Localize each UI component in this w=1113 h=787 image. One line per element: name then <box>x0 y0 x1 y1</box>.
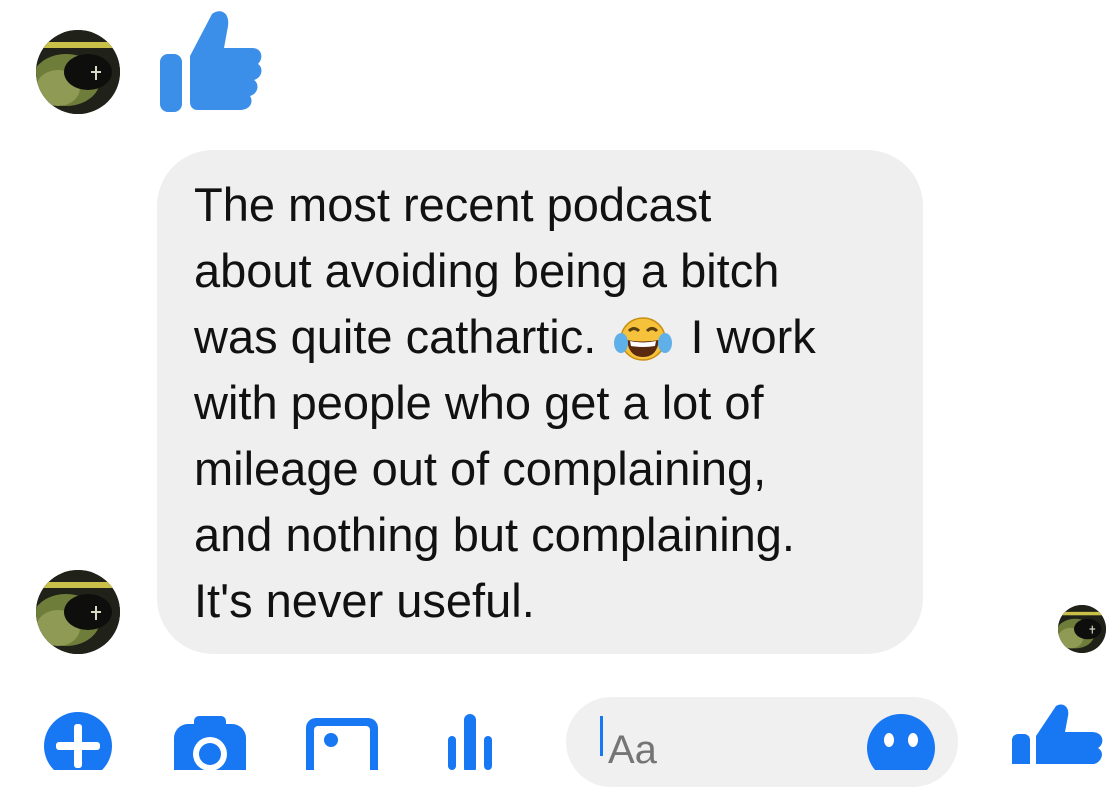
message-line: and nothing but complaining. <box>194 508 795 561</box>
message-line: with people who get a lot of <box>194 376 764 429</box>
like-button[interactable] <box>1010 704 1105 764</box>
message-line: It's never useful. <box>194 574 535 627</box>
camera-button[interactable] <box>172 710 248 770</box>
camera-icon <box>174 716 246 770</box>
photo-icon <box>306 718 378 770</box>
sent-thumbs-up[interactable] <box>154 6 264 116</box>
contact-avatar[interactable] <box>36 570 120 654</box>
mic-icon <box>448 714 492 770</box>
contact-avatar[interactable] <box>36 30 120 114</box>
avatar-image <box>1058 605 1106 653</box>
text-cursor <box>600 716 603 756</box>
message-bubble[interactable]: The most recent podcast about avoiding b… <box>157 150 923 654</box>
seen-indicator-avatar <box>1058 605 1106 653</box>
message-line: was quite cathartic. I work <box>194 304 893 370</box>
photo-button[interactable] <box>303 710 381 770</box>
thumbs-up-icon <box>160 11 262 112</box>
plus-icon <box>44 712 112 770</box>
thumbs-up-icon <box>1012 704 1103 764</box>
message-segment: I work <box>690 310 816 363</box>
message-segment: was quite cathartic. <box>194 310 597 363</box>
avatar-image <box>36 30 120 114</box>
message-line: The most recent podcast <box>194 178 712 231</box>
message-text: The most recent podcast about avoiding b… <box>194 172 893 634</box>
add-button[interactable] <box>42 710 114 770</box>
message-line: mileage out of complaining, <box>194 442 767 495</box>
tears-of-joy-icon <box>613 313 673 363</box>
voice-button[interactable] <box>440 710 500 770</box>
smiley-icon <box>867 714 935 770</box>
message-line: about avoiding being a bitch <box>194 244 780 297</box>
avatar-image <box>36 570 120 654</box>
emoji-button[interactable] <box>865 710 937 770</box>
